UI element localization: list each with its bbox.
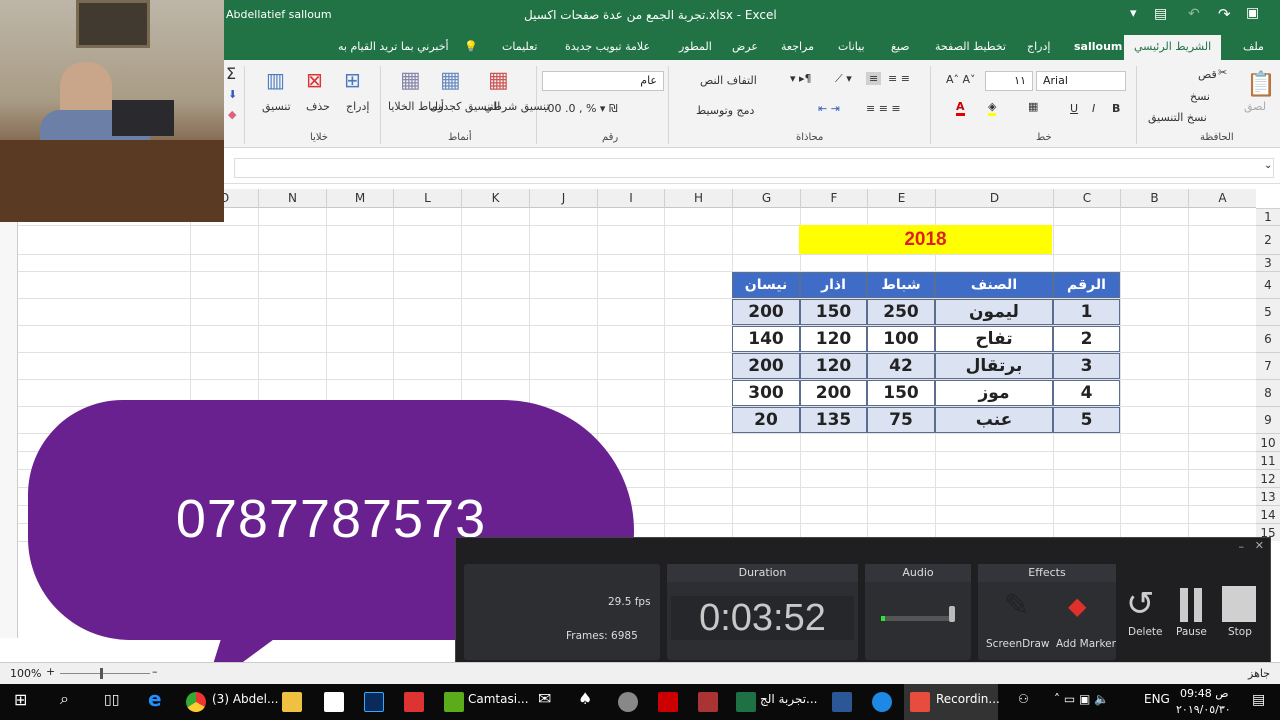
zoom-level[interactable]: 100%	[10, 667, 41, 680]
taskbar-recording[interactable]: Recordin...	[904, 684, 1000, 720]
screendraw-button[interactable]: ScreenDraw	[986, 638, 1050, 650]
ready-status: جاهز	[1248, 667, 1271, 680]
file-explorer-icon[interactable]	[282, 692, 302, 712]
word-icon[interactable]	[832, 692, 852, 712]
tray-icons[interactable]: ˄ ▭ ▣ 🔈	[1054, 692, 1109, 706]
people-icon[interactable]: ⚇	[1018, 692, 1029, 706]
delete-icon[interactable]: ↺	[1126, 584, 1155, 624]
audio-slider-handle[interactable]	[949, 606, 955, 622]
recorder-panel: – ✕ 29.5 fps Frames: 6985 Duration 0:03:…	[455, 537, 1271, 667]
duration-display: 0:03:52	[671, 596, 854, 640]
notifications-icon[interactable]: ▤	[1252, 692, 1265, 708]
effects-title: Effects	[978, 564, 1116, 582]
audio-meter[interactable]	[881, 616, 955, 621]
add-marker-button[interactable]: Add Marker	[1056, 638, 1116, 650]
taskbar-chrome[interactable]: (3) Abdel...	[212, 692, 278, 706]
delete-button[interactable]: Delete	[1128, 626, 1163, 638]
frames-label: Frames: 6985	[566, 630, 638, 642]
effects-panel: Effects ✎ ScreenDraw ◆ Add Marker	[978, 564, 1116, 660]
edge-icon[interactable]: e	[148, 687, 162, 711]
pause-button[interactable]: Pause	[1176, 626, 1207, 638]
teamviewer-icon[interactable]	[872, 692, 892, 712]
app-icon[interactable]	[404, 692, 424, 712]
language-indicator[interactable]: ENG	[1144, 692, 1170, 706]
clock-date[interactable]: ٢٠١٩/٠٥/٣٠	[1176, 703, 1231, 716]
info-panel: 29.5 fps Frames: 6985	[464, 564, 660, 660]
duration-panel: Duration 0:03:52	[667, 564, 858, 660]
pen-icon[interactable]: ✎	[1004, 588, 1029, 623]
chrome-icon[interactable]	[186, 692, 206, 712]
start-icon[interactable]: ⊞	[14, 690, 27, 709]
taskbar-excel[interactable]: تجربة الج...	[760, 692, 817, 706]
taskbar: ⊞ ⌕ ▯▯ e (3) Abdel... Camtasi... ✉ ♠ تجر…	[0, 684, 1280, 720]
photoshop-icon[interactable]	[364, 692, 384, 712]
pause-icon[interactable]	[1180, 588, 1188, 622]
search-icon[interactable]: ⌕	[60, 689, 69, 709]
status-bar: 100% + – جاهز	[0, 662, 1280, 684]
zoom-out-icon[interactable]: –	[152, 665, 158, 678]
fps-label: 29.5 fps	[608, 596, 651, 608]
stop-button[interactable]: Stop	[1228, 626, 1252, 638]
task-view-icon[interactable]: ▯▯	[104, 692, 119, 708]
marker-icon[interactable]: ◆	[1068, 592, 1086, 620]
mail-icon[interactable]: ✉	[538, 689, 551, 708]
clock-time[interactable]: 09:48 ص	[1180, 687, 1229, 700]
excel-icon[interactable]	[736, 692, 756, 712]
acrobat-icon[interactable]	[658, 692, 678, 712]
taskbar-camtasia[interactable]: Camtasi...	[468, 692, 529, 706]
store-icon[interactable]	[324, 692, 344, 712]
access-icon[interactable]	[698, 692, 718, 712]
stop-icon[interactable]	[1222, 586, 1256, 622]
zoom-slider[interactable]	[60, 673, 150, 674]
zoom-in-icon[interactable]: +	[46, 665, 55, 678]
app-icon-2[interactable]	[618, 692, 638, 712]
audio-title: Audio	[865, 564, 971, 582]
close-icon[interactable]: ✕	[1255, 539, 1264, 552]
camtasia-icon[interactable]	[444, 692, 464, 712]
solitaire-icon[interactable]: ♠	[578, 689, 592, 708]
audio-panel: Audio	[865, 564, 971, 660]
duration-title: Duration	[667, 564, 858, 582]
minimize-icon[interactable]: –	[1239, 540, 1245, 553]
